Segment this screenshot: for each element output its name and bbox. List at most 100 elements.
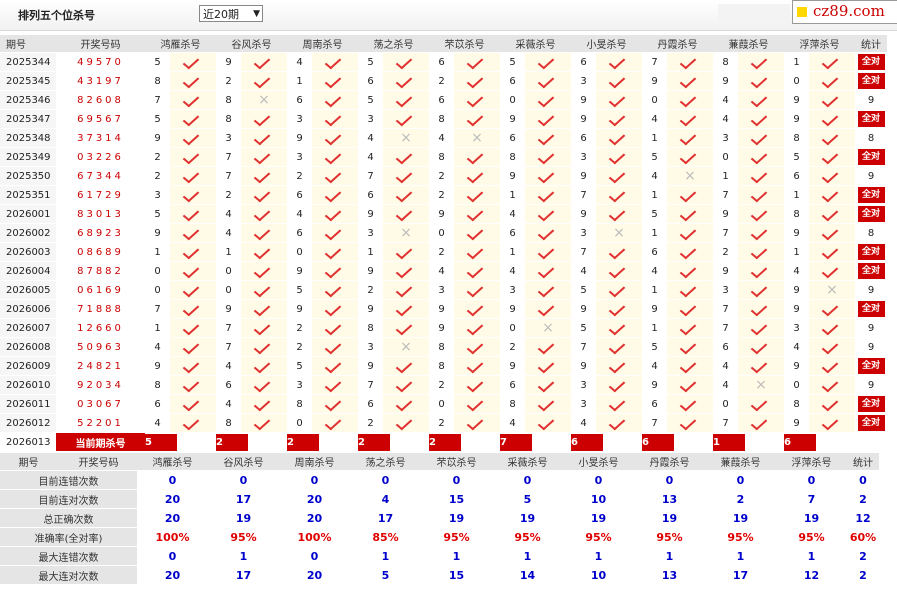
check-icon [824,73,840,87]
check-icon [327,282,343,296]
kill-number-cell: 4 [713,375,738,395]
column-header[interactable]: 期号 [0,35,56,53]
kill-number-cell: 4 [287,204,312,224]
check-icon [469,301,485,315]
kill-number-cell: 8 [500,147,525,167]
column-header[interactable]: 芣苡杀号 [429,35,500,53]
kill-number-cell: 7 [642,52,667,72]
check-icon [682,358,698,372]
kill-number-cell: 4 [216,394,241,414]
kill-number-cell: 7 [571,337,596,357]
check-icon [611,149,627,163]
kill-number-cell: 2 [429,71,454,91]
all-correct-badge: 全对 [857,149,885,165]
stats-column-header: 芣苡杀号 [421,453,492,471]
stats-value: 19 [776,508,847,528]
result-mark-cell [454,318,500,338]
result-mark-cell [312,299,358,319]
check-icon [611,244,627,258]
stats-value: 1 [776,546,847,566]
table-row: 2026012 52201 4 8 0 2 2 4 4 7 7 9 全对 [0,413,887,433]
column-header[interactable]: 鸿雁杀号 [145,35,216,53]
stats-value: 19 [208,508,279,528]
check-icon [824,263,840,277]
column-header[interactable]: 采薇杀号 [500,35,571,53]
check-icon [682,225,698,239]
check-icon [611,111,627,125]
check-icon [540,168,556,182]
draw-number-cell: 82608 [56,90,145,110]
result-mark-cell [667,413,713,433]
stats-value: 0 [776,470,847,490]
result-mark-cell [667,375,713,395]
site-logo[interactable]: cz89.com [792,0,897,24]
draw-number-cell: 52201 [56,413,145,433]
check-icon [469,244,485,258]
kill-number-cell: 4 [287,52,312,72]
result-mark-cell [525,299,571,319]
kill-number-cell: 9 [642,71,667,91]
kill-number-cell: 9 [145,223,170,243]
kill-number-cell: 3 [784,318,809,338]
column-header[interactable]: 开奖号码 [56,35,145,53]
table-row: 2025351 61729 3 2 6 6 2 1 7 1 7 1 全对 [0,185,887,205]
check-icon [469,263,485,277]
stats-row: 准确率(全对率) 100% 95% 100% 85% 95% 95% 95% 95% 95% 95%… [0,527,879,547]
kill-number-cell: 4 [216,356,241,376]
result-mark-cell [596,280,642,300]
result-mark-cell [525,261,571,281]
check-icon [398,320,414,334]
column-header[interactable]: 统计 [855,35,887,53]
kill-number-cell: 5 [287,280,312,300]
stats-row: 最大连错次数 0 1 0 1 1 1 1 1 1 1 2 [0,546,879,566]
check-icon [611,92,627,106]
check-icon [469,54,485,68]
result-mark-cell [241,356,287,376]
kill-number-cell: 4 [500,413,525,433]
period-select[interactable]: 近20期 ▼ [199,5,263,22]
column-header[interactable]: 浮萍杀号 [784,35,855,53]
current-stat-cell [855,432,887,452]
cross-icon: × [400,130,412,146]
result-mark-cell [241,242,287,262]
check-icon [682,187,698,201]
column-header[interactable]: 丹霞杀号 [642,35,713,53]
stat-cell: 全对 [855,204,887,224]
result-mark-cell [738,185,784,205]
current-kill-cell: 5 [145,432,216,452]
stats-value: 0 [137,546,208,566]
column-header[interactable]: 谷风杀号 [216,35,287,53]
column-header[interactable]: 荡之杀号 [358,35,429,53]
column-header[interactable]: 蒹葭杀号 [713,35,784,53]
check-icon [540,92,556,106]
result-mark-cell [525,204,571,224]
column-header[interactable]: 周南杀号 [287,35,358,53]
stat-cell: 全对 [855,261,887,281]
result-mark-cell [525,52,571,72]
result-mark-cell [312,166,358,186]
check-icon [256,149,272,163]
kill-number-cell: 9 [358,261,383,281]
kill-number-cell: 6 [216,375,241,395]
stats-value: 20 [137,565,208,585]
period-cell: 2025351 [0,185,56,205]
stats-label: 准确率(全对率) [0,527,137,547]
stat-cell: 全对 [855,413,887,433]
current-kill-cell: 6 [571,432,642,452]
stats-value: 20 [137,508,208,528]
kill-number-cell: 4 [784,337,809,357]
kill-number-cell: 4 [571,413,596,433]
kill-number-cell: 9 [500,356,525,376]
stats-value: 2 [705,489,776,509]
check-icon [469,73,485,87]
table-row: 2026010 92034 8 6 3 7 2 6 3 9 4 × 0 9 [0,375,887,395]
result-mark-cell [809,223,855,243]
column-header[interactable]: 小旻杀号 [571,35,642,53]
check-icon [611,187,627,201]
check-icon [327,415,343,429]
check-icon [469,206,485,220]
kill-number-cell: 5 [145,204,170,224]
stats-value: 5 [492,489,563,509]
result-mark-cell [312,261,358,281]
stat-cell: 8 [855,128,887,148]
